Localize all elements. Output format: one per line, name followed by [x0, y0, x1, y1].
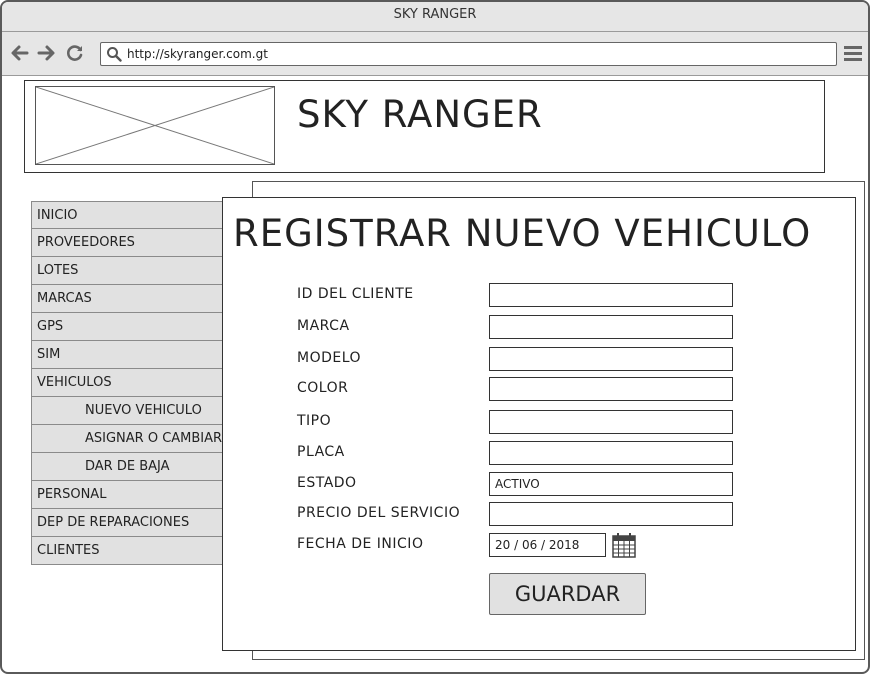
back-arrow-icon[interactable]: [10, 43, 30, 63]
sidebar-subitem-asignar-o-cambiar[interactable]: ASIGNAR O CAMBIAR: [31, 425, 223, 453]
type-label: TIPO: [297, 413, 332, 429]
plate-input[interactable]: [489, 441, 733, 465]
plate-label: PLACA: [297, 444, 345, 460]
color-input[interactable]: [489, 377, 733, 401]
window-title: SKY RANGER: [2, 2, 868, 32]
sidebar-item-dep-de-reparaciones[interactable]: DEP DE REPARACIONES: [31, 509, 223, 537]
sidebar-item-proveedores[interactable]: PROVEEDORES: [31, 229, 223, 257]
sidebar-item-gps[interactable]: GPS: [31, 313, 223, 341]
browser-window: SKY RANGER http://skyranger.com.gt SKY R…: [0, 0, 870, 674]
browser-toolbar: http://skyranger.com.gt: [2, 32, 868, 76]
model-input[interactable]: [489, 347, 733, 371]
logo-placeholder-image: [35, 86, 275, 165]
search-icon: [106, 46, 122, 69]
site-title: SKY RANGER: [297, 93, 543, 136]
client-id-label: ID DEL CLIENTE: [297, 286, 414, 302]
calendar-icon[interactable]: [612, 533, 636, 562]
sidebar-item-inicio[interactable]: INICIO: [31, 201, 223, 229]
sidebar-item-lotes[interactable]: LOTES: [31, 257, 223, 285]
vehicle-form-panel: REGISTRAR NUEVO VEHICULO ID DEL CLIENTE …: [222, 197, 856, 651]
service-price-label: PRECIO DEL SERVICIO: [297, 505, 461, 521]
forward-arrow-icon[interactable]: [36, 43, 56, 63]
service-price-input[interactable]: [489, 502, 733, 526]
type-input[interactable]: [489, 410, 733, 434]
address-bar[interactable]: http://skyranger.com.gt: [100, 42, 837, 66]
save-button[interactable]: GUARDAR: [489, 573, 646, 615]
status-label: ESTADO: [297, 475, 357, 491]
color-label: COLOR: [297, 380, 349, 396]
sidebar-item-vehiculos[interactable]: VEHICULOS: [31, 369, 223, 397]
sidebar-subitem-dar-de-baja[interactable]: DAR DE BAJA: [31, 453, 223, 481]
client-id-input[interactable]: [489, 283, 733, 307]
sidebar-subitem-nuevo-vehiculo[interactable]: NUEVO VEHICULO: [31, 397, 223, 425]
sidebar-item-marcas[interactable]: MARCAS: [31, 285, 223, 313]
brand-input[interactable]: [489, 315, 733, 339]
form-title: REGISTRAR NUEVO VEHICULO: [233, 212, 812, 255]
brand-label: MARCA: [297, 318, 350, 334]
start-date-label: FECHA DE INICIO: [297, 536, 424, 552]
refresh-icon[interactable]: [65, 43, 85, 63]
sidebar-item-clientes[interactable]: CLIENTES: [31, 537, 223, 565]
site-header: SKY RANGER: [24, 80, 825, 173]
hamburger-menu-icon[interactable]: [844, 45, 862, 65]
sidebar-item-personal[interactable]: PERSONAL: [31, 481, 223, 509]
sidebar-item-sim[interactable]: SIM: [31, 341, 223, 369]
sidebar-nav: INICIO PROVEEDORES LOTES MARCAS GPS SIM …: [31, 201, 223, 565]
url-text: http://skyranger.com.gt: [127, 47, 268, 61]
model-label: MODELO: [297, 350, 362, 366]
start-date-input[interactable]: [489, 533, 606, 557]
status-input[interactable]: [489, 472, 733, 496]
